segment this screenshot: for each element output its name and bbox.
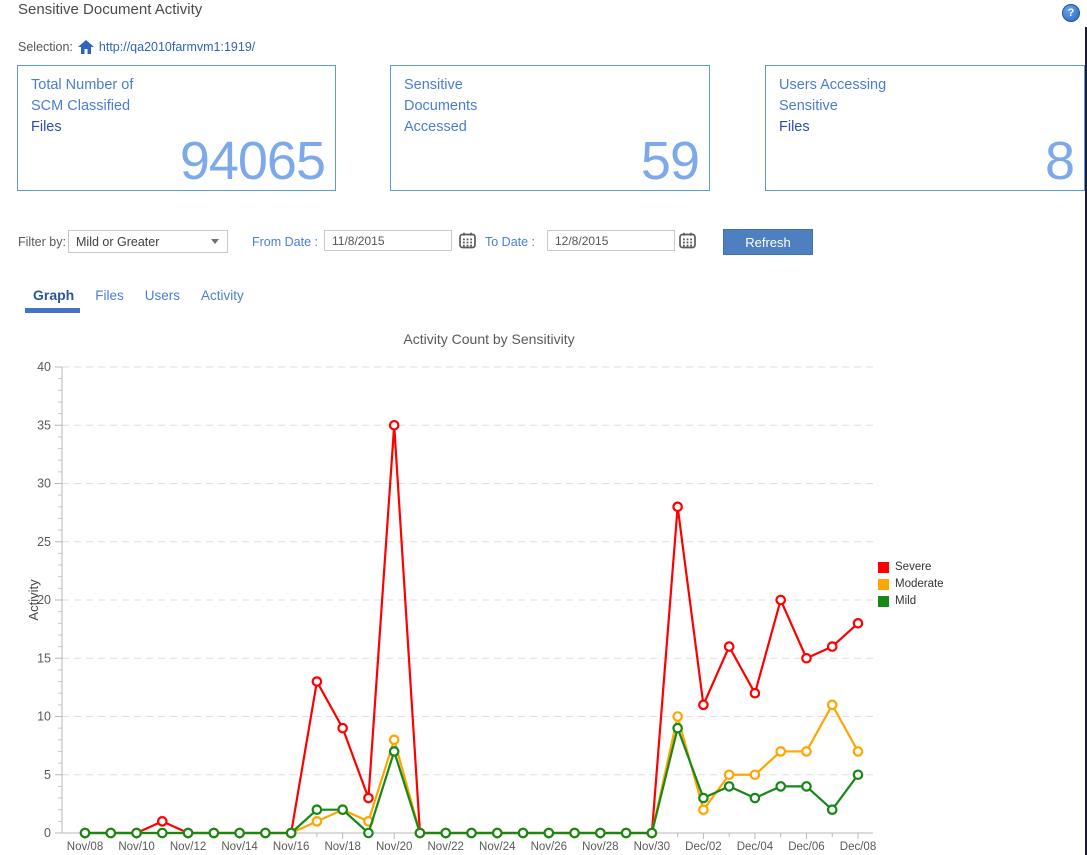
tab-files[interactable]: Files xyxy=(95,288,124,303)
chart-legend: Severe Moderate Mild xyxy=(878,560,944,608)
svg-text:Dec/02: Dec/02 xyxy=(685,841,721,853)
calendar-icon[interactable] xyxy=(679,232,696,249)
svg-text:5: 5 xyxy=(44,768,51,782)
legend-item-severe: Severe xyxy=(878,560,944,574)
svg-text:Nov/16: Nov/16 xyxy=(273,841,309,853)
to-date-input[interactable] xyxy=(547,230,675,251)
filter-by-label: Filter by: xyxy=(18,235,66,249)
refresh-button[interactable]: Refresh xyxy=(723,229,813,255)
stat-card-total-classified-files: Total Number of SCM Classified Files 940… xyxy=(17,65,336,191)
svg-text:Nov/30: Nov/30 xyxy=(634,841,670,853)
stat-card-sensitive-documents-accessed: Sensitive Documents Accessed 59 xyxy=(390,65,710,191)
stat-card-users-accessing-sensitive-files: Users Accessing Sensitive Files 8 xyxy=(765,65,1085,191)
tab-graph[interactable]: Graph xyxy=(25,287,81,313)
svg-text:Nov/18: Nov/18 xyxy=(324,841,360,853)
tab-users[interactable]: Users xyxy=(145,288,180,303)
svg-text:Nov/08: Nov/08 xyxy=(67,841,103,853)
moderate-swatch-icon xyxy=(878,578,889,590)
tab-bar: Graph Files Users Activity xyxy=(25,287,244,313)
stat-card-label: Sensitive Documents Accessed xyxy=(404,77,478,135)
active-tab-underline xyxy=(25,308,81,313)
svg-text:0: 0 xyxy=(44,826,51,840)
svg-text:35: 35 xyxy=(37,418,51,432)
selection-row: Selection: http://qa2010farmvm1:1919/ xyxy=(18,40,255,54)
selection-url-link[interactable]: http://qa2010farmvm1:1919/ xyxy=(99,40,255,54)
chevron-down-icon xyxy=(211,239,219,244)
svg-text:Dec/04: Dec/04 xyxy=(737,841,774,853)
svg-text:Nov/24: Nov/24 xyxy=(479,841,516,853)
home-icon xyxy=(77,40,94,54)
svg-text:Activity: Activity xyxy=(26,579,41,621)
stat-value-users-accessing-sensitive-files: 8 xyxy=(1044,131,1075,191)
svg-text:Nov/14: Nov/14 xyxy=(221,841,258,853)
severe-swatch-icon xyxy=(878,561,889,573)
filter-by-dropdown[interactable]: Mild or Greater xyxy=(68,230,228,253)
stat-card-label: Users Accessing Sensitive Files xyxy=(779,77,887,135)
svg-text:Dec/08: Dec/08 xyxy=(840,841,876,853)
stat-value-total-classified-files: 94065 xyxy=(179,131,326,191)
svg-text:Nov/12: Nov/12 xyxy=(170,841,206,853)
calendar-icon[interactable] xyxy=(459,232,476,249)
chart-title: Activity Count by Sensitivity xyxy=(403,331,575,347)
svg-text:Nov/28: Nov/28 xyxy=(582,841,618,853)
legend-item-moderate: Moderate xyxy=(878,577,944,591)
svg-text:30: 30 xyxy=(37,477,51,491)
filter-by-selected-value: Mild or Greater xyxy=(76,234,160,249)
svg-text:25: 25 xyxy=(37,535,51,549)
stat-card-label: Total Number of SCM Classified Files xyxy=(31,77,134,135)
svg-text:Nov/26: Nov/26 xyxy=(531,841,567,853)
legend-item-mild: Mild xyxy=(878,594,944,608)
svg-text:15: 15 xyxy=(37,651,51,665)
page-title: Sensitive Document Activity xyxy=(18,1,203,18)
svg-text:Nov/10: Nov/10 xyxy=(118,841,154,853)
svg-text:Nov/22: Nov/22 xyxy=(428,841,464,853)
stat-value-sensitive-documents-accessed: 59 xyxy=(640,131,700,191)
svg-text:Dec/06: Dec/06 xyxy=(788,841,824,853)
tab-activity[interactable]: Activity xyxy=(201,288,244,303)
svg-text:10: 10 xyxy=(37,710,51,724)
from-date-input[interactable] xyxy=(324,230,452,251)
selection-label: Selection: xyxy=(18,40,73,54)
from-date-label: From Date : xyxy=(252,235,318,249)
help-icon[interactable]: ? xyxy=(1062,4,1080,22)
svg-text:Nov/20: Nov/20 xyxy=(376,841,412,853)
svg-text:40: 40 xyxy=(37,360,51,374)
to-date-label: To Date : xyxy=(485,235,536,249)
mild-swatch-icon xyxy=(878,595,889,607)
